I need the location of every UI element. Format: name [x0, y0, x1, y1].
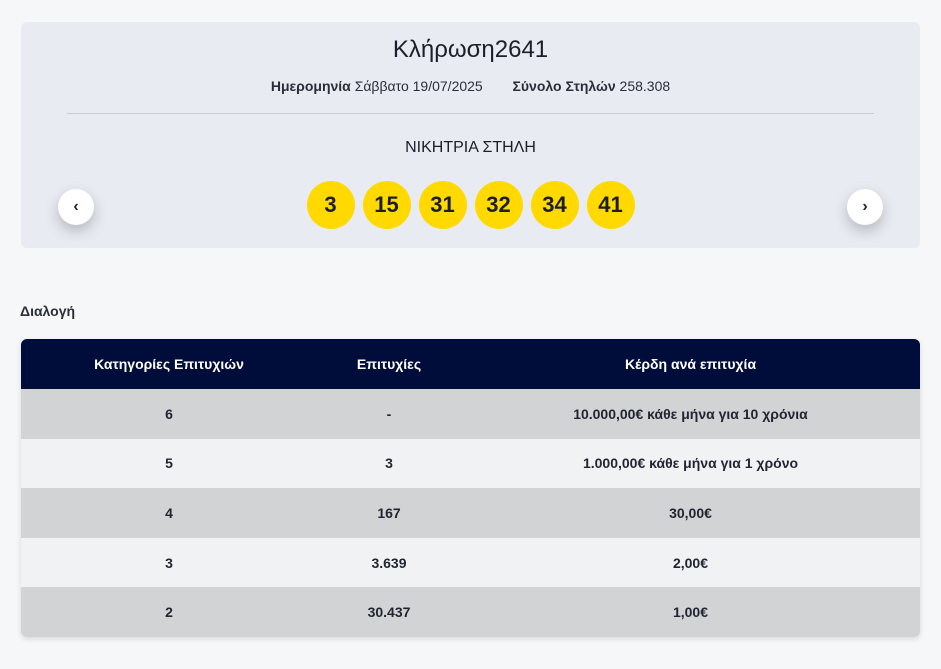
draw-title: Κλήρωση2641: [21, 36, 920, 64]
cell-category: 3: [165, 554, 173, 571]
cell-prize: 30,00€: [669, 504, 712, 521]
next-draw-button[interactable]: ›: [847, 189, 883, 225]
draw-meta: Ημερομηνία Σάββατο 19/07/2025 Σύνολο Στη…: [21, 78, 920, 94]
cell-winners: 30.437: [367, 604, 411, 621]
number-ball: 15: [362, 181, 411, 229]
date-label: Ημερομηνία: [270, 78, 351, 94]
draw-number: 2641: [494, 36, 549, 63]
number-ball: 31: [418, 181, 467, 229]
winning-title: ΝΙΚΗΤΡΙΑ ΣΤΗΛΗ: [405, 139, 536, 156]
number-ball: 41: [586, 181, 635, 229]
table-row: 5 3 1.000,00€ κάθε μήνα για 1 χρόνο: [21, 438, 920, 489]
cell-winners: -: [386, 405, 392, 422]
number-ball: 3: [306, 181, 355, 229]
table-row: 6 - 10.000,00€ κάθε μήνα για 10 χρόνια: [21, 389, 920, 439]
chevron-left-icon: ‹: [73, 198, 79, 215]
draw-title-word: Κλήρωση: [392, 36, 495, 63]
cell-category: 6: [165, 405, 173, 422]
cell-category: 2: [165, 604, 173, 621]
columns-label: Σύνολο Στηλών: [512, 78, 616, 94]
chevron-right-icon: ›: [862, 198, 868, 215]
cell-prize: 1,00€: [672, 604, 709, 621]
divider: [67, 113, 874, 114]
date-value: Σάββατο 19/07/2025: [354, 78, 483, 94]
prize-table: Κατηγορίες Επιτυχιών Επιτυχίες Κέρδη ανά…: [21, 339, 920, 637]
columns-value: 258.308: [619, 78, 671, 94]
cell-winners: 3.639: [371, 554, 407, 571]
cell-prize: 10.000,00€ κάθε μήνα για 10 χρόνια: [573, 405, 808, 422]
number-ball: 32: [474, 181, 523, 229]
draw-card: Κλήρωση2641 Ημερομηνία Σάββατο 19/07/202…: [21, 22, 920, 248]
winning-numbers: 3 15 31 32 34 41: [21, 181, 920, 229]
cell-winners: 3: [385, 455, 393, 472]
number-ball: 34: [530, 181, 579, 229]
cell-prize: 2,00€: [672, 554, 709, 571]
header-prize: Κέρδη ανά επιτυχία: [624, 356, 757, 372]
cell-winners: 167: [377, 504, 401, 521]
table-row: 2 30.437 1,00€: [21, 587, 920, 637]
cell-category: 5: [165, 455, 173, 472]
cell-category: 4: [165, 504, 173, 521]
table-header-row: Κατηγορίες Επιτυχιών Επιτυχίες Κέρδη ανά…: [21, 339, 920, 389]
cell-prize: 1.000,00€ κάθε μήνα για 1 χρόνο: [582, 455, 799, 472]
table-row: 3 3.639 2,00€: [21, 537, 920, 588]
section-label: Διαλογή: [20, 303, 76, 319]
table-row: 4 167 30,00€: [21, 488, 920, 538]
header-category: Κατηγορίες Επιτυχιών: [94, 356, 244, 372]
header-winners: Επιτυχίες: [356, 356, 422, 372]
prev-draw-button[interactable]: ‹: [58, 189, 94, 225]
